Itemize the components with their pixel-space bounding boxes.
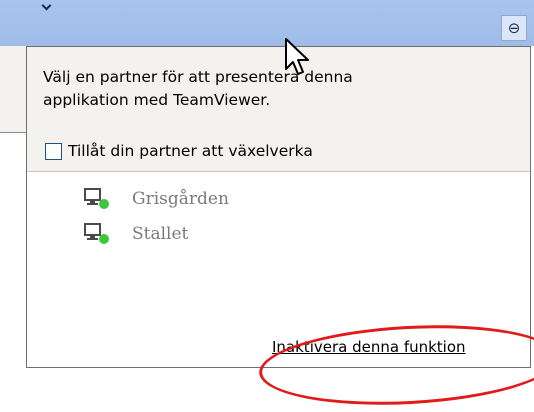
popup-header: Välj en partner för att presentera denna…	[27, 47, 530, 172]
partner-name: Stallet	[132, 224, 189, 244]
allow-interact-row[interactable]: Tillåt din partner att växelverka	[45, 142, 313, 160]
highlight-ellipse-annotation	[257, 318, 534, 412]
dropdown-tick-icon	[41, 0, 52, 11]
pin-icon: ⊖	[507, 19, 521, 37]
background-window-strip-top	[0, 46, 26, 132]
allow-interact-label[interactable]: Tillåt din partner att växelverka	[68, 142, 313, 160]
disable-function-link[interactable]: Inaktivera denna funktion	[272, 338, 466, 356]
monitor-online-icon	[84, 188, 109, 209]
pin-button[interactable]: ⊖	[501, 15, 527, 41]
monitor-online-icon	[84, 223, 109, 244]
mouse-cursor-icon	[285, 38, 309, 75]
partner-item-stallet[interactable]: Stallet	[84, 223, 188, 245]
partner-item-grisgarden[interactable]: Grisgården	[84, 188, 229, 210]
teamviewer-presentation-popup: Välj en partner för att presentera denna…	[26, 46, 534, 412]
allow-interact-checkbox[interactable]	[45, 142, 62, 160]
instruction-line-2: applikation med TeamViewer.	[43, 91, 271, 109]
partner-name: Grisgården	[132, 189, 229, 209]
divider	[0, 132, 26, 133]
window-titlebar: ⊖	[0, 0, 534, 46]
instruction-text: Välj en partner för att presentera denna…	[43, 66, 503, 112]
